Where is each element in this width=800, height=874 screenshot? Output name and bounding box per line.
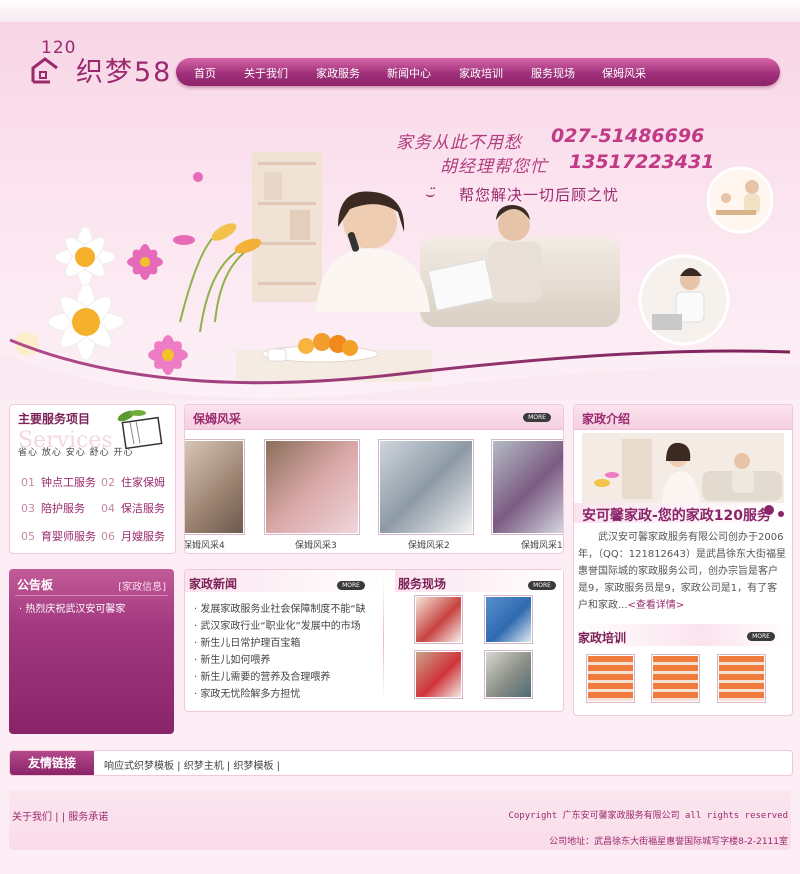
house-icon xyxy=(31,57,58,84)
notice-item[interactable]: · 热烈庆祝武汉安可馨家 xyxy=(19,600,125,615)
nanny-more-button[interactable]: MORE xyxy=(523,413,551,422)
notebook-icon xyxy=(117,410,163,450)
nav-training[interactable]: 家政培训 xyxy=(459,65,503,81)
services-tags: 省心 放心 安心 舒心 开心 xyxy=(18,448,134,458)
footer-address: 公司地址：武昌徐东大街福星惠誉国际城写字楼8-2-2111室 xyxy=(549,837,788,847)
nanny-caption[interactable]: 保姆风采1 xyxy=(521,538,563,551)
nanny-caption[interactable]: 保姆风采2 xyxy=(408,538,450,551)
nav-site[interactable]: 服务现场 xyxy=(531,65,575,81)
site-logo[interactable]: 120 织梦58 xyxy=(28,38,178,88)
footer-copyright: Copyright 广东安可馨家政服务有限公司 all rights reser… xyxy=(508,811,788,821)
training-title: 家政培训 xyxy=(578,631,627,645)
site-photo[interactable] xyxy=(414,650,463,699)
about-text: 武汉安可馨家政服务有限公司创办于2006年，（QQ：121812643）是武昌徐… xyxy=(578,532,787,611)
about-detail-link[interactable]: <查看详情> xyxy=(628,600,685,611)
notice-tag-link[interactable]: [家政信息] xyxy=(118,578,166,593)
service-item[interactable]: 02 住家保姆 xyxy=(101,474,165,490)
nanny-box: 保姆风采 MORE 保姆风采4 保姆风采3 保姆风采2 保姆风采1 xyxy=(184,404,564,554)
main-nav: 首页 关于我们 家政服务 新闻中心 家政培训 服务现场 保姆风采 xyxy=(176,58,780,86)
nanny-caption[interactable]: 保姆风采3 xyxy=(295,538,337,551)
news-title: 家政新闻 xyxy=(189,577,238,591)
phone-number-1: 027-51486696 xyxy=(551,125,705,147)
nanny-photo[interactable] xyxy=(378,439,474,535)
site-photo[interactable] xyxy=(484,650,533,699)
about-photo[interactable] xyxy=(582,433,784,503)
phone-number-2: 13517223431 xyxy=(569,151,715,173)
slogan-line1: 家务从此不用愁 xyxy=(396,133,522,153)
friend-links-title: 友情链接 xyxy=(10,751,94,775)
nanny-photo[interactable] xyxy=(185,439,245,535)
nanny-caption[interactable]: 保姆风采4 xyxy=(185,538,225,551)
news-item[interactable]: · 家政无忧险解多方担忧 xyxy=(194,685,300,700)
service-item[interactable]: 01 钟点工服务 xyxy=(21,474,96,490)
slogan-line2: 胡经理帮您忙 xyxy=(440,157,548,177)
friend-links: 友情链接 响应式织梦模板 | 织梦主机 | 织梦模板 | xyxy=(9,750,793,776)
training-photo[interactable] xyxy=(651,654,700,703)
footer: 关于我们 | | 服务承诺 Copyright 广东安可馨家政服务有限公司 al… xyxy=(9,790,791,850)
training-photo[interactable] xyxy=(586,654,635,703)
site-photo[interactable] xyxy=(484,595,533,644)
notice-title: 公告板 xyxy=(17,578,54,592)
nav-home[interactable]: 首页 xyxy=(194,65,216,81)
news-item[interactable]: · 新生儿日常护理百宝箱 xyxy=(194,634,300,649)
about-title: 家政介绍 xyxy=(582,412,631,426)
circle-photo-laptop xyxy=(638,254,730,346)
nanny-photo[interactable] xyxy=(491,439,563,535)
friend-links-list[interactable]: 响应式织梦模板 | 织梦主机 | 织梦模板 | xyxy=(104,757,280,772)
news-item[interactable]: · 武汉家政行业“职业化”发展中的市场 xyxy=(194,617,361,632)
nav-nanny[interactable]: 保姆风采 xyxy=(602,65,646,81)
site-title: 服务现场 xyxy=(398,577,447,591)
training-more-button[interactable]: MORE xyxy=(747,632,775,641)
nav-services[interactable]: 家政服务 xyxy=(316,65,360,81)
news-item[interactable]: · 新生儿如何喂养 xyxy=(194,651,270,666)
shelf xyxy=(252,152,322,302)
logo-brand: 织梦58 xyxy=(76,57,173,88)
about-headline: 安可馨家政-您的家政120服务 xyxy=(582,508,772,524)
service-item[interactable]: 03 陪护服务 xyxy=(21,500,85,516)
site-photo[interactable] xyxy=(414,595,463,644)
top-strip xyxy=(0,0,800,22)
training-photo[interactable] xyxy=(717,654,766,703)
nav-about[interactable]: 关于我们 xyxy=(244,65,288,81)
logo-number: 120 xyxy=(41,38,77,58)
nav-news[interactable]: 新闻中心 xyxy=(387,65,431,81)
news-item[interactable]: · 发展家政服务业社会保障制度不能“缺 xyxy=(194,600,366,615)
notice-board: 公告板 [家政信息] · 热烈庆祝武汉安可馨家 xyxy=(9,569,174,734)
flowers xyxy=(15,172,262,375)
service-item[interactable]: 05 育婴师服务 xyxy=(21,528,96,544)
news-more-button[interactable]: MORE xyxy=(337,581,365,590)
news-item[interactable]: · 新生儿需要的营养及合理喂养 xyxy=(194,668,330,683)
nanny-title: 保姆风采 xyxy=(193,412,242,426)
smile-icon: ⌣̈ xyxy=(425,184,436,203)
circle-photo-kitchen xyxy=(706,166,774,234)
slogan-line3: 帮您解决一切后顾之忧 xyxy=(459,186,620,204)
footer-links[interactable]: 关于我们 | | 服务承诺 xyxy=(12,808,108,823)
service-item[interactable]: 04 保洁服务 xyxy=(101,500,165,516)
nanny-photo[interactable] xyxy=(264,439,360,535)
service-item[interactable]: 06 月嫂服务 xyxy=(101,528,165,544)
site-more-button[interactable]: MORE xyxy=(528,581,556,590)
services-title: 主要服务项目 xyxy=(18,412,91,426)
about-header: 家政介绍 xyxy=(574,405,792,430)
nanny-header: 保姆风采 xyxy=(185,405,563,430)
